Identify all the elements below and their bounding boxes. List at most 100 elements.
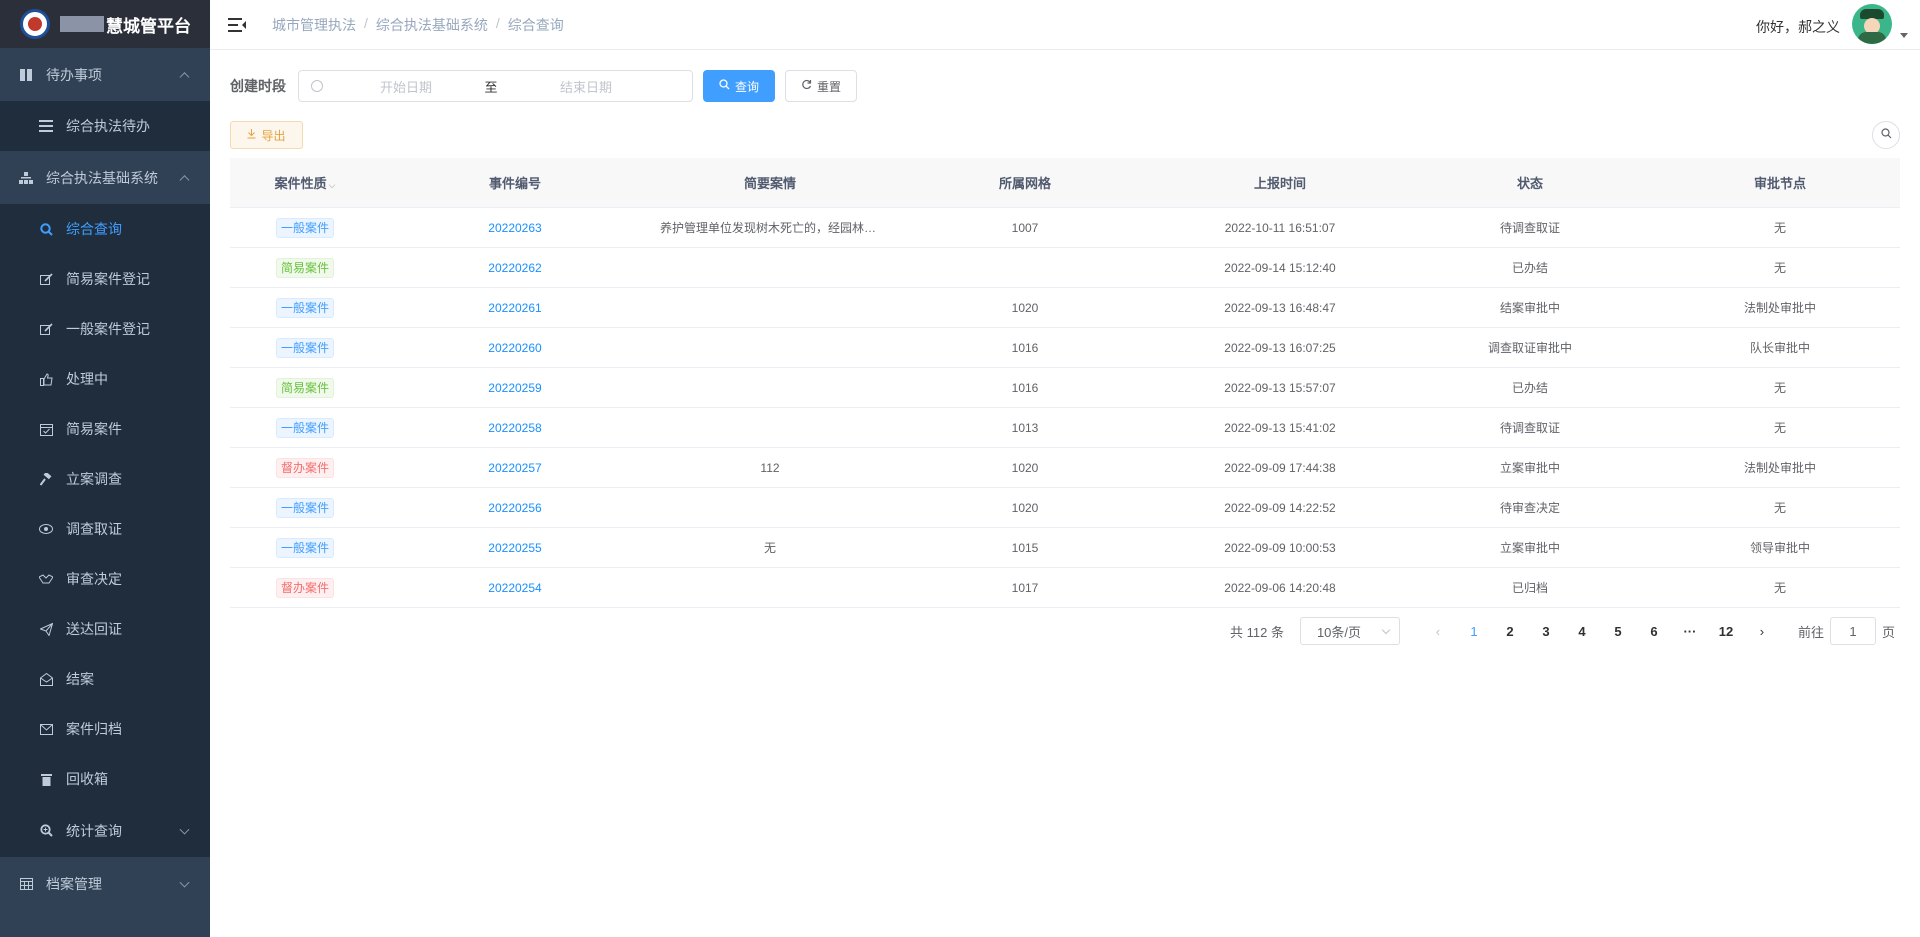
table-row[interactable]: 一般案件 20220255 无 1015 2022-09-09 10:00:53… (230, 528, 1900, 568)
user-greeting: 你好，郝之义 (1756, 19, 1840, 35)
event-id-link[interactable]: 20220257 (380, 461, 650, 475)
table-row[interactable]: 一般案件 20220258 1013 2022-09-13 15:41:02 待… (230, 408, 1900, 448)
sidebar-item-label: 结案 (66, 671, 94, 687)
event-id-link[interactable]: 20220254 (380, 581, 650, 595)
report-time-cell: 2022-09-09 14:22:52 (1224, 500, 1336, 515)
chevron-down-icon (179, 824, 190, 835)
table-row[interactable]: 一般案件 20220260 1016 2022-09-13 16:07:25 调… (230, 328, 1900, 368)
case-type-tag: 一般案件 (275, 497, 334, 518)
sidebar-item-case-closure[interactable]: 结案 (0, 654, 210, 704)
goto-page-input[interactable]: 1 (1829, 617, 1876, 645)
page-number[interactable]: 5 (1600, 624, 1636, 639)
next-page-button[interactable]: › (1744, 624, 1780, 639)
column-header-case-type[interactable]: 案件性质 ⌵ (230, 173, 380, 192)
report-time-cell: 2022-09-09 10:00:53 (1224, 540, 1336, 555)
menu-group-statistics[interactable]: 统计查询 (0, 804, 210, 857)
sidebar-item-processing[interactable]: 处理中 (0, 354, 210, 404)
sidebar-item-simple-case-register[interactable]: 简易案件登记 (0, 254, 210, 304)
sidebar-toggle-icon[interactable] (228, 17, 246, 32)
avatar[interactable] (1852, 4, 1892, 44)
column-header-brief: 简要案情 (743, 176, 796, 191)
approval-node-cell: 无 (1773, 261, 1786, 275)
grid-cell: 1020 (1011, 500, 1039, 515)
user-menu[interactable]: 你好，郝之义 (1756, 4, 1908, 44)
prev-page-button[interactable]: ‹ (1420, 624, 1456, 639)
range-separator: 至 (484, 79, 498, 95)
sidebar-item-evidence-collection[interactable]: 调查取证 (0, 504, 210, 554)
caret-down-icon[interactable] (1900, 32, 1908, 38)
event-id-link[interactable]: 20220258 (380, 421, 650, 435)
sidebar-item-enforcement-todo[interactable]: 综合执法待办 (0, 101, 210, 151)
calendar-check-icon (38, 421, 54, 437)
logo[interactable]: 慧城管平台 (0, 0, 210, 48)
sitemap-icon (18, 170, 34, 186)
event-id-link[interactable]: 20220260 (380, 341, 650, 355)
column-header-event-id: 事件编号 (488, 176, 541, 191)
event-id-link[interactable]: 20220263 (380, 221, 650, 235)
approval-node-cell: 无 (1773, 581, 1786, 595)
table-row[interactable]: 一般案件 20220256 1020 2022-09-09 14:22:52 待… (230, 488, 1900, 528)
sidebar-item-case-archive[interactable]: 案件归档 (0, 704, 210, 754)
end-date-input[interactable]: 结束日期 (501, 77, 671, 96)
page-number[interactable]: 6 (1636, 624, 1672, 639)
table-row[interactable]: 督办案件 20220254 1017 2022-09-06 14:20:48 已… (230, 568, 1900, 608)
table-row[interactable]: 简易案件 20220259 1016 2022-09-13 15:57:07 已… (230, 368, 1900, 408)
sidebar-item-comprehensive-query[interactable]: 综合查询 (0, 204, 210, 254)
filter-form: 创建时段 开始日期 至 结束日期 查询 重置 (230, 70, 858, 102)
grid-cell: 1017 (1011, 580, 1039, 595)
submenu-pending: 综合执法待办 (0, 101, 210, 151)
event-id-link[interactable]: 20220261 (380, 301, 650, 315)
handshake-icon (38, 571, 54, 587)
app-title: 慧城管平台 (106, 16, 191, 36)
download-icon (247, 128, 256, 142)
table-row[interactable]: 督办案件 20220257 112 1020 2022-09-09 17:44:… (230, 448, 1900, 488)
breadcrumb-item[interactable]: 综合执法基础系统 (376, 15, 488, 35)
breadcrumb-item[interactable]: 城市管理执法 (272, 15, 356, 35)
sidebar-item-review-decision[interactable]: 审查决定 (0, 554, 210, 604)
report-time-cell: 2022-10-11 16:51:07 (1224, 220, 1336, 235)
gavel-icon (38, 471, 54, 487)
table-row[interactable]: 一般案件 20220261 1020 2022-09-13 16:48:47 结… (230, 288, 1900, 328)
breadcrumb-current: 综合查询 (507, 16, 564, 33)
event-id-link[interactable]: 20220259 (380, 381, 650, 395)
date-range-label: 创建时段 (230, 78, 286, 94)
pager: ‹ 1 2 3 4 5 6 ··· 12 › (1420, 624, 1780, 639)
sidebar: 慧城管平台 待办事项 综合执法待办 综合执法基础系统 综合查询 简易案件登记 一… (0, 0, 210, 937)
toggle-search-button[interactable] (1872, 121, 1900, 149)
page-number[interactable]: 12 (1708, 624, 1744, 639)
sidebar-item-general-case-register[interactable]: 一般案件登记 (0, 304, 210, 354)
menu-group-label: 统计查询 (66, 822, 122, 839)
sidebar-item-simple-cases[interactable]: 简易案件 (0, 404, 210, 454)
search-button[interactable]: 查询 (703, 70, 776, 102)
case-type-tag: 一般案件 (275, 337, 334, 358)
columns-icon (18, 67, 34, 83)
table-row[interactable]: 简易案件 20220262 2022-09-14 15:12:40 已办结 无 (230, 248, 1900, 288)
menu-group-pending[interactable]: 待办事项 (0, 48, 210, 101)
page-number[interactable]: 1 (1456, 624, 1492, 639)
start-date-input[interactable]: 开始日期 (331, 77, 481, 96)
sidebar-item-recycle-bin[interactable]: 回收箱 (0, 754, 210, 804)
page-number[interactable]: 3 (1528, 624, 1564, 639)
export-button[interactable]: 导出 (230, 121, 303, 149)
event-id-link[interactable]: 20220262 (380, 261, 650, 275)
menu-group-label: 综合执法基础系统 (46, 169, 158, 186)
event-id-link[interactable]: 20220256 (380, 501, 650, 515)
table-row[interactable]: 一般案件 20220263 养护管理单位发现树木死亡的，经园林绿... 1007… (230, 208, 1900, 248)
logo-redacted (60, 16, 104, 32)
page-number[interactable]: 2 (1492, 624, 1528, 639)
sidebar-item-case-investigation[interactable]: 立案调查 (0, 454, 210, 504)
search-icon (38, 221, 54, 237)
reset-button[interactable]: 重置 (785, 70, 858, 102)
date-range-picker[interactable]: 开始日期 至 结束日期 (298, 70, 693, 102)
status-cell: 立案审批中 (1499, 541, 1560, 555)
sidebar-item-service-receipt[interactable]: 送达回证 (0, 604, 210, 654)
sidebar-item-label: 回收箱 (66, 771, 108, 787)
event-id-link[interactable]: 20220255 (380, 541, 650, 555)
menu-group-archives[interactable]: 档案管理 (0, 857, 210, 910)
more-pages-icon[interactable]: ··· (1672, 624, 1708, 639)
page-number[interactable]: 4 (1564, 624, 1600, 639)
trash-icon (38, 771, 54, 787)
menu-group-enforcement-system[interactable]: 综合执法基础系统 (0, 151, 210, 204)
chevron-down-icon (1381, 625, 1391, 635)
page-size-select[interactable]: 10条/页 (1299, 617, 1400, 645)
